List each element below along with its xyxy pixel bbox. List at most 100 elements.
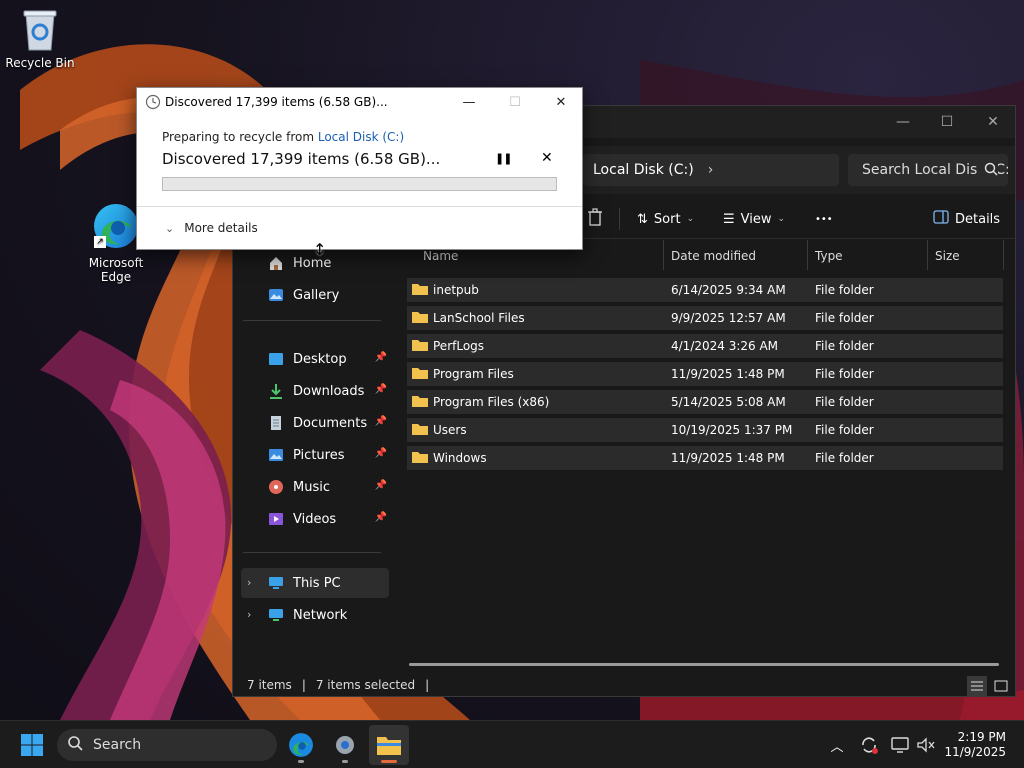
details-pane-button[interactable]: Details xyxy=(933,209,1000,229)
table-row[interactable]: inetpub 6/14/2025 9:34 AM File folder xyxy=(407,278,1003,302)
table-row[interactable]: Users 10/19/2025 1:37 PM File folder xyxy=(407,418,1003,442)
taskbar-search[interactable]: Search xyxy=(57,729,277,761)
desktop-icon-recycle-bin[interactable]: Recycle Bin xyxy=(0,8,80,70)
table-row[interactable]: Windows 11/9/2025 1:48 PM File folder xyxy=(407,446,1003,470)
file-list: Name Date modified Type Size inetpub 6/1… xyxy=(405,240,1009,660)
view-icon: ☰ xyxy=(723,211,735,227)
column-date-label: Date modified xyxy=(671,249,757,263)
row-name: Program Files (x86) xyxy=(433,395,550,409)
chevron-down-icon: ⌄ xyxy=(165,221,175,235)
taskbar-edge-button[interactable] xyxy=(281,725,321,765)
column-divider[interactable] xyxy=(807,240,808,270)
dialog-title: Discovered 17,399 items (6.58 GB)... xyxy=(165,95,388,109)
volume-muted-icon[interactable] xyxy=(914,733,938,757)
pin-icon[interactable]: 📌 xyxy=(375,480,387,491)
progress-bar xyxy=(162,177,557,191)
column-divider[interactable] xyxy=(927,240,928,270)
search-box[interactable]: Search Local Disk (C:) xyxy=(848,154,1008,186)
nav-item-this-pc[interactable]: › This PC xyxy=(241,568,389,598)
nav-label-pictures: Pictures xyxy=(293,447,345,463)
pin-icon[interactable]: 📌 xyxy=(375,416,387,427)
pause-button[interactable]: ❚❚ xyxy=(495,152,512,165)
nav-item-pictures[interactable]: Pictures 📌 xyxy=(241,440,389,470)
resize-cursor-icon: ↕ xyxy=(313,240,327,259)
row-date: 10/19/2025 1:37 PM xyxy=(671,423,793,437)
nav-item-network[interactable]: › Network xyxy=(241,600,389,630)
chevron-up-icon: ︿ xyxy=(830,739,844,755)
pin-icon[interactable]: 📌 xyxy=(375,384,387,395)
dialog-close-button[interactable]: ✕ xyxy=(541,90,581,114)
gallery-icon xyxy=(267,286,285,304)
home-icon xyxy=(267,254,285,272)
nav-label-desktop: Desktop xyxy=(293,351,347,367)
downloads-icon xyxy=(267,382,285,400)
start-button[interactable] xyxy=(12,725,52,765)
column-header-date[interactable]: Date modified xyxy=(665,244,805,268)
active-indicator xyxy=(381,760,397,763)
maximize-button[interactable]: ☐ xyxy=(927,110,967,134)
search-icon xyxy=(67,735,83,755)
column-header-type[interactable]: Type xyxy=(809,244,925,268)
large-icons-view-button[interactable] xyxy=(991,676,1011,696)
taskbar-file-explorer-button[interactable] xyxy=(369,725,409,765)
nav-item-videos[interactable]: Videos 📌 xyxy=(241,504,389,534)
sort-button[interactable]: ⇅ Sort ⌄ xyxy=(637,209,694,229)
column-header-size[interactable]: Size xyxy=(929,244,999,268)
view-button[interactable]: ☰ View ⌄ xyxy=(723,209,785,229)
more-details-toggle[interactable]: ⌄ More details xyxy=(165,221,258,235)
dialog-minimize-button[interactable]: — xyxy=(449,90,489,114)
chevron-right-icon[interactable]: › xyxy=(247,576,251,589)
nav-divider xyxy=(243,552,381,553)
minimize-button[interactable]: — xyxy=(883,110,923,134)
details-pane-icon xyxy=(933,210,949,228)
table-row[interactable]: LanSchool Files 9/9/2025 12:57 AM File f… xyxy=(407,306,1003,330)
row-type: File folder xyxy=(815,283,874,297)
pin-icon[interactable]: 📌 xyxy=(375,352,387,363)
close-button[interactable]: ✕ xyxy=(973,110,1013,134)
delete-button[interactable] xyxy=(587,208,603,229)
details-view-button[interactable] xyxy=(967,676,987,696)
table-row[interactable]: Program Files (x86) 5/14/2025 5:08 AM Fi… xyxy=(407,390,1003,414)
taskbar-settings-button[interactable] xyxy=(325,725,365,765)
status-divider: | xyxy=(301,678,306,692)
horizontal-scrollbar[interactable] xyxy=(409,663,999,666)
cancel-button[interactable]: ✕ xyxy=(541,150,553,166)
preparing-text: Preparing to recycle from xyxy=(162,130,318,144)
network-status-icon[interactable] xyxy=(888,733,912,757)
progress-headline: Discovered 17,399 items (6.58 GB)... xyxy=(162,150,441,168)
edge-icon xyxy=(289,733,313,757)
address-bar[interactable]: Local Disk (C:) › xyxy=(583,154,839,186)
table-row[interactable]: Program Files 11/9/2025 1:48 PM File fol… xyxy=(407,362,1003,386)
nav-label-gallery: Gallery xyxy=(293,287,340,303)
nav-item-desktop[interactable]: Desktop 📌 xyxy=(241,344,389,374)
recycle-progress-dialog: Discovered 17,399 items (6.58 GB)... — ☐… xyxy=(136,87,583,250)
show-hidden-icons-button[interactable]: ︿ xyxy=(825,733,849,757)
row-type: File folder xyxy=(815,367,874,381)
row-date: 11/9/2025 1:48 PM xyxy=(671,451,785,465)
chevron-right-icon[interactable]: › xyxy=(708,162,714,178)
folder-icon xyxy=(411,394,429,411)
system-clock[interactable]: 2:19 PM 11/9/2025 xyxy=(940,730,1006,760)
music-icon xyxy=(267,478,285,496)
row-type: File folder xyxy=(815,311,874,325)
pin-icon[interactable]: 📌 xyxy=(375,512,387,523)
chevron-right-icon[interactable]: › xyxy=(247,608,251,621)
pin-icon[interactable]: 📌 xyxy=(375,448,387,459)
details-label: Details xyxy=(955,211,1001,227)
see-more-button[interactable]: ••• xyxy=(815,209,833,229)
nav-label-network: Network xyxy=(293,607,348,623)
column-type-label: Type xyxy=(815,249,843,263)
taskbar-search-label: Search xyxy=(93,737,142,753)
sync-status-icon[interactable] xyxy=(857,733,881,757)
nav-item-gallery[interactable]: Gallery xyxy=(241,280,389,310)
column-divider[interactable] xyxy=(663,240,664,270)
nav-item-downloads[interactable]: Downloads 📌 xyxy=(241,376,389,406)
nav-item-documents[interactable]: Documents 📌 xyxy=(241,408,389,438)
column-divider[interactable] xyxy=(1003,240,1004,270)
clock-time: 2:19 PM xyxy=(957,730,1006,744)
source-link[interactable]: Local Disk (C:) xyxy=(318,130,404,144)
running-indicator xyxy=(298,760,304,763)
table-row[interactable]: PerfLogs 4/1/2024 3:26 AM File folder xyxy=(407,334,1003,358)
desktop-icon xyxy=(267,350,285,368)
nav-item-music[interactable]: Music 📌 xyxy=(241,472,389,502)
